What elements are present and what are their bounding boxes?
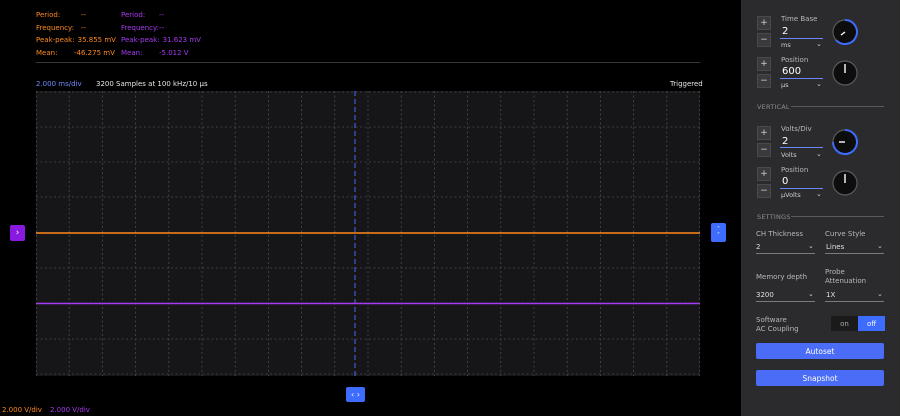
hposition-label: Position bbox=[781, 56, 809, 64]
memory-depth-underline bbox=[756, 301, 815, 302]
ch1-period-label: Period: bbox=[36, 11, 61, 19]
chevron-down-icon: ⌄ bbox=[877, 242, 883, 250]
voltsdiv-decrease-button[interactable]: − bbox=[757, 143, 771, 157]
toggle-on-option[interactable]: on bbox=[831, 316, 858, 331]
vertical-section-divider bbox=[791, 106, 884, 107]
trigger-level-marker[interactable]: ˄ ˅ bbox=[711, 223, 726, 242]
ch1-peak-label: Peak-peak: bbox=[36, 36, 75, 44]
ch2-measurements: Period: -- Frequency: -- Peak-peak: 31.623 … bbox=[121, 9, 201, 59]
ch2-frequency-label: Frequency: bbox=[121, 23, 160, 32]
graticule-svg bbox=[36, 91, 700, 376]
measurement-divider bbox=[36, 62, 700, 63]
voltsdiv-label: Volts/Div bbox=[781, 125, 812, 133]
probe-label-line2: Attenuation bbox=[825, 277, 867, 285]
voltsdiv-underline bbox=[780, 147, 823, 148]
hposition-decrease-button[interactable]: − bbox=[757, 74, 771, 88]
probe-attenuation-select[interactable]: 1X bbox=[826, 291, 835, 299]
ch1-measurements: Period: -- Frequency: -- Peak-peak: 35.855 … bbox=[36, 9, 116, 59]
ac-coupling-toggle[interactable]: on off bbox=[831, 316, 885, 331]
memory-depth-select[interactable]: 3200 bbox=[756, 291, 774, 299]
thickness-select[interactable]: 2 bbox=[756, 243, 760, 251]
chevron-down-icon: ⌄ bbox=[877, 290, 883, 298]
ch1-peak-value: 35.855 mV bbox=[77, 36, 116, 44]
chevron-down-icon: ⌄ bbox=[816, 190, 822, 198]
voltsdiv-knob[interactable] bbox=[831, 128, 859, 156]
hposition-unit-select[interactable]: µs bbox=[781, 81, 789, 89]
ch2-scale-label: 2.000 V/div bbox=[50, 406, 90, 414]
trigger-status: Triggered bbox=[670, 80, 703, 88]
probe-underline bbox=[825, 301, 884, 302]
voltsdiv-unit-select[interactable]: Volts bbox=[781, 151, 797, 159]
channel-offset-marker[interactable]: › bbox=[10, 225, 25, 241]
timebase-unit-select[interactable]: ms bbox=[781, 41, 791, 49]
vposition-underline bbox=[780, 188, 823, 189]
chevron-down-icon: ⌄ bbox=[816, 80, 822, 88]
vposition-increase-button[interactable]: + bbox=[757, 167, 771, 181]
ch1-mean-value: -46.275 mV bbox=[74, 48, 115, 57]
arrows-left-right-icon: ‹ › bbox=[351, 389, 360, 399]
chevron-down-icon: ⌄ bbox=[808, 242, 814, 250]
vposition-decrease-button[interactable]: − bbox=[757, 184, 771, 198]
hposition-knob[interactable] bbox=[831, 59, 859, 87]
probe-label-line1: Probe bbox=[825, 268, 845, 276]
coupling-label-line1: Software bbox=[756, 316, 787, 324]
timebase-knob[interactable] bbox=[831, 18, 859, 46]
timebase-underline bbox=[780, 38, 823, 39]
vposition-unit-select[interactable]: µVolts bbox=[781, 191, 801, 199]
ch2-period-value: -- bbox=[159, 11, 165, 19]
curve-style-underline bbox=[825, 253, 884, 254]
vposition-input[interactable]: 0 bbox=[782, 176, 788, 187]
ch1-scale-label: 2.000 V/div bbox=[2, 406, 42, 414]
timebase-label: Time Base bbox=[781, 15, 818, 23]
chevron-down-icon: ⌄ bbox=[816, 150, 822, 158]
vertical-section-title: VERTICAL bbox=[757, 103, 790, 111]
curve-style-label: Curve Style bbox=[825, 230, 866, 238]
snapshot-button[interactable]: Snapshot bbox=[756, 370, 884, 386]
hposition-increase-button[interactable]: + bbox=[757, 57, 771, 71]
autoset-button[interactable]: Autoset bbox=[756, 343, 884, 359]
ch1-frequency-value: -- bbox=[81, 23, 87, 32]
oscilloscope-display[interactable] bbox=[36, 91, 700, 376]
chevron-down-icon: ⌄ bbox=[808, 290, 814, 298]
toggle-off-option[interactable]: off bbox=[858, 316, 885, 331]
chevron-down-icon: ⌄ bbox=[816, 40, 822, 48]
vposition-knob[interactable] bbox=[831, 169, 859, 197]
ch2-mean-label: Mean: bbox=[121, 48, 143, 57]
settings-section-title: SETTINGS bbox=[757, 213, 791, 221]
time-per-div-label: 2.000 ms/div bbox=[36, 80, 82, 88]
memory-depth-label: Memory depth bbox=[756, 273, 808, 281]
ch2-period-label: Period: bbox=[121, 11, 146, 19]
ch1-mean-label: Mean: bbox=[36, 48, 58, 57]
vposition-label: Position bbox=[781, 166, 809, 174]
hposition-input[interactable]: 600 bbox=[782, 66, 801, 77]
ch2-mean-value: -5.012 V bbox=[159, 48, 189, 57]
timebase-decrease-button[interactable]: − bbox=[757, 33, 771, 47]
thickness-underline bbox=[756, 253, 815, 254]
time-position-marker[interactable]: ‹ › bbox=[346, 387, 365, 402]
settings-section-divider bbox=[791, 216, 884, 217]
timebase-increase-button[interactable]: + bbox=[757, 16, 771, 30]
ch2-frequency-value: -- bbox=[159, 23, 165, 32]
ch1-period-value: -- bbox=[81, 11, 87, 19]
ch1-frequency-label: Frequency: bbox=[36, 23, 75, 32]
chevron-down-icon: ˅ bbox=[717, 231, 720, 239]
coupling-label-line2: AC Coupling bbox=[756, 325, 799, 333]
samples-label: 3200 Samples at 100 kHz/10 µs bbox=[96, 80, 208, 88]
thickness-label: CH Thickness bbox=[756, 230, 803, 238]
timebase-input[interactable]: 2 bbox=[782, 26, 788, 37]
curve-style-select[interactable]: Lines bbox=[826, 243, 844, 251]
ch2-peak-value: 31.623 mV bbox=[162, 36, 201, 44]
voltsdiv-input[interactable]: 2 bbox=[782, 136, 788, 147]
voltsdiv-increase-button[interactable]: + bbox=[757, 126, 771, 140]
ch2-peak-label: Peak-peak: bbox=[121, 36, 160, 44]
hposition-underline bbox=[780, 78, 823, 79]
